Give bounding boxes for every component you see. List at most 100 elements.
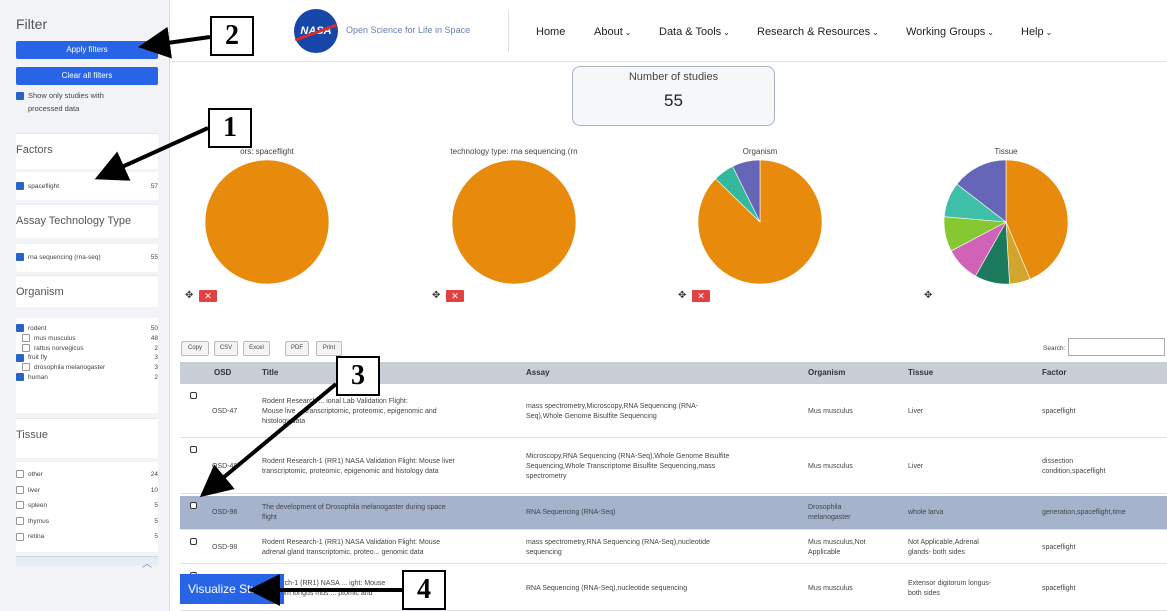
excel-button[interactable]: Excel (243, 341, 270, 356)
nav-help[interactable]: Help ⌄ (1021, 26, 1052, 38)
nav-about[interactable]: About ⌄ (594, 26, 631, 38)
col-title[interactable]: Title (262, 368, 278, 377)
filter-option-organism[interactable]: rodent 50 (16, 324, 158, 334)
nav-label: Help (1021, 26, 1044, 38)
processed-data-checkbox[interactable]: Show only studies with (16, 91, 158, 101)
table-row[interactable]: OSD-98 Rodent Research-1 (RR1) NASA Valid… (180, 532, 1167, 564)
site-title[interactable]: Open Science for Life in Space (346, 25, 470, 35)
remove-chart-button[interactable]: ✕ (692, 290, 710, 302)
pie-chart[interactable] (698, 160, 822, 284)
col-factor[interactable]: Factor (1042, 368, 1066, 377)
row-tissue: Extensor digitorum longus- (908, 579, 992, 587)
nav-working-groups[interactable]: Working Groups ⌄ (906, 26, 994, 38)
row-assay: sequencing (526, 549, 562, 556)
checkbox-icon[interactable] (16, 353, 24, 362)
checkbox-icon[interactable] (16, 373, 24, 382)
filter-option-tissue[interactable]: other 24 (16, 470, 158, 480)
filter-option-organism[interactable]: drosophila melanogaster 3 (16, 363, 158, 373)
filter-option-organism[interactable]: fruit fly 3 (16, 353, 158, 363)
move-icon[interactable]: ✥ (185, 290, 193, 301)
pie-slice[interactable] (452, 160, 576, 284)
filter-option-organism[interactable]: rattus norvegicus 2 (16, 343, 158, 354)
nav-home[interactable]: Home (536, 26, 565, 38)
row-osd[interactable]: OSD-96 (212, 508, 237, 518)
col-osd[interactable]: OSD (214, 368, 231, 377)
row-organism: melanogaster (808, 514, 851, 521)
col-tissue[interactable]: Tissue (908, 368, 933, 377)
remove-chart-button[interactable]: ✕ (446, 290, 464, 302)
checkbox-icon[interactable] (22, 334, 30, 343)
filter-option-organism[interactable]: mus musculus 48 (16, 334, 158, 344)
print-button[interactable]: Print (316, 341, 342, 356)
chart-controls: ✥ ✕ (432, 290, 472, 302)
checkbox-icon[interactable] (16, 324, 24, 333)
remove-chart-button[interactable]: ✕ (199, 290, 217, 302)
apply-filters-button[interactable]: Apply filters (16, 41, 158, 59)
nav-research-resources[interactable]: Research & Resources ⌄ (757, 26, 879, 38)
checkbox-icon[interactable] (16, 532, 24, 541)
checkbox-icon[interactable] (16, 517, 24, 526)
checkbox-icon[interactable] (16, 485, 24, 494)
filter-option-text: fruit fly (28, 354, 48, 362)
row-organism: Mus musculus (808, 584, 853, 592)
col-organism[interactable]: Organism (808, 368, 845, 377)
table-row[interactable]: OSD-47 Rodent Research ... ional Lab Vali… (180, 386, 1167, 438)
pdf-button[interactable]: PDF (285, 341, 309, 356)
table-row[interactable]: OSD-48 Rodent Research-1 (RR1) NASA Valid… (180, 440, 1167, 494)
row-checkbox[interactable] (190, 502, 197, 509)
filter-option-label: retina (16, 532, 44, 542)
filter-option-count: 50 (150, 325, 158, 332)
filter-option-tissue[interactable]: liver 10 (16, 485, 158, 496)
nasa-logo[interactable]: NASA (294, 9, 338, 53)
move-icon[interactable]: ✥ (678, 290, 686, 301)
clear-filters-button[interactable]: Clear all filters (16, 67, 158, 85)
nav-data-tools[interactable]: Data & Tools ⌄ (659, 26, 730, 38)
checkbox-icon[interactable] (22, 363, 30, 372)
table-row[interactable]: OSD-96 The development of Drosophila mela… (180, 496, 1167, 530)
row-title: Mouse live ... transcriptomic, proteomic… (262, 408, 437, 415)
csv-button[interactable]: CSV (214, 341, 238, 356)
row-osd[interactable]: OSD-48 (212, 462, 237, 472)
chevron-up-icon[interactable]: ︿ (142, 555, 152, 570)
col-assay[interactable]: Assay (526, 368, 550, 377)
search-input[interactable] (1068, 338, 1165, 356)
filter-option-organism[interactable]: human 2 (16, 373, 158, 383)
checkbox-icon[interactable] (22, 343, 30, 352)
row-checkbox[interactable] (190, 392, 197, 399)
chart-controls: ✥ ✕ (185, 290, 225, 302)
row-organism: Mus musculus (808, 463, 853, 470)
filter-option-label: mus musculus (22, 334, 76, 344)
filter-option-text: rattus norvegicus (34, 344, 84, 352)
nav-label: Research & Resources (757, 26, 871, 38)
filter-option-factors[interactable]: spaceflight 57 (16, 182, 158, 192)
table-row[interactable]: Research-1 (RR1) NASA ... ight: Mouse dig… (180, 566, 1167, 611)
row-tissue: Liver (908, 408, 924, 415)
row-checkbox[interactable] (190, 446, 197, 453)
move-icon[interactable]: ✥ (432, 290, 440, 301)
pie-chart[interactable] (452, 160, 576, 284)
filter-option-assay[interactable]: rna sequencing (rna-seq) 55 (16, 253, 158, 263)
row-assay: RNA Sequencing (RNA-Seq),nucleotide sequ… (526, 584, 688, 592)
tissue-scroll-bar[interactable]: ︿ (16, 556, 158, 570)
row-osd[interactable]: OSD-98 (212, 543, 237, 553)
row-assay: mass spectrometry,Microscopy,RNA Sequenc… (526, 403, 699, 410)
pie-chart[interactable] (205, 160, 329, 284)
checkbox-icon[interactable] (16, 92, 24, 101)
filter-option-tissue[interactable]: thymus 5 (16, 517, 158, 527)
checkbox-icon[interactable] (16, 182, 24, 191)
pie-chart[interactable] (944, 160, 1068, 284)
checkbox-icon[interactable] (16, 470, 24, 479)
chevron-down-icon: ⌄ (1045, 28, 1053, 37)
filter-option-tissue[interactable]: spleen 5 (16, 501, 158, 511)
filter-option-tissue[interactable]: retina 5 (16, 532, 158, 542)
row-osd[interactable]: OSD-47 (212, 407, 237, 417)
move-icon[interactable]: ✥ (924, 290, 932, 301)
checkbox-icon[interactable] (16, 253, 24, 262)
header-divider (508, 10, 509, 52)
checkbox-icon[interactable] (16, 501, 24, 510)
visualize-studies-button[interactable]: Visualize Stu (180, 574, 284, 604)
pie-slice[interactable] (205, 160, 329, 284)
row-checkbox[interactable] (190, 538, 197, 545)
copy-button[interactable]: Copy (181, 341, 209, 356)
row-assay: spectrometry (526, 473, 567, 480)
